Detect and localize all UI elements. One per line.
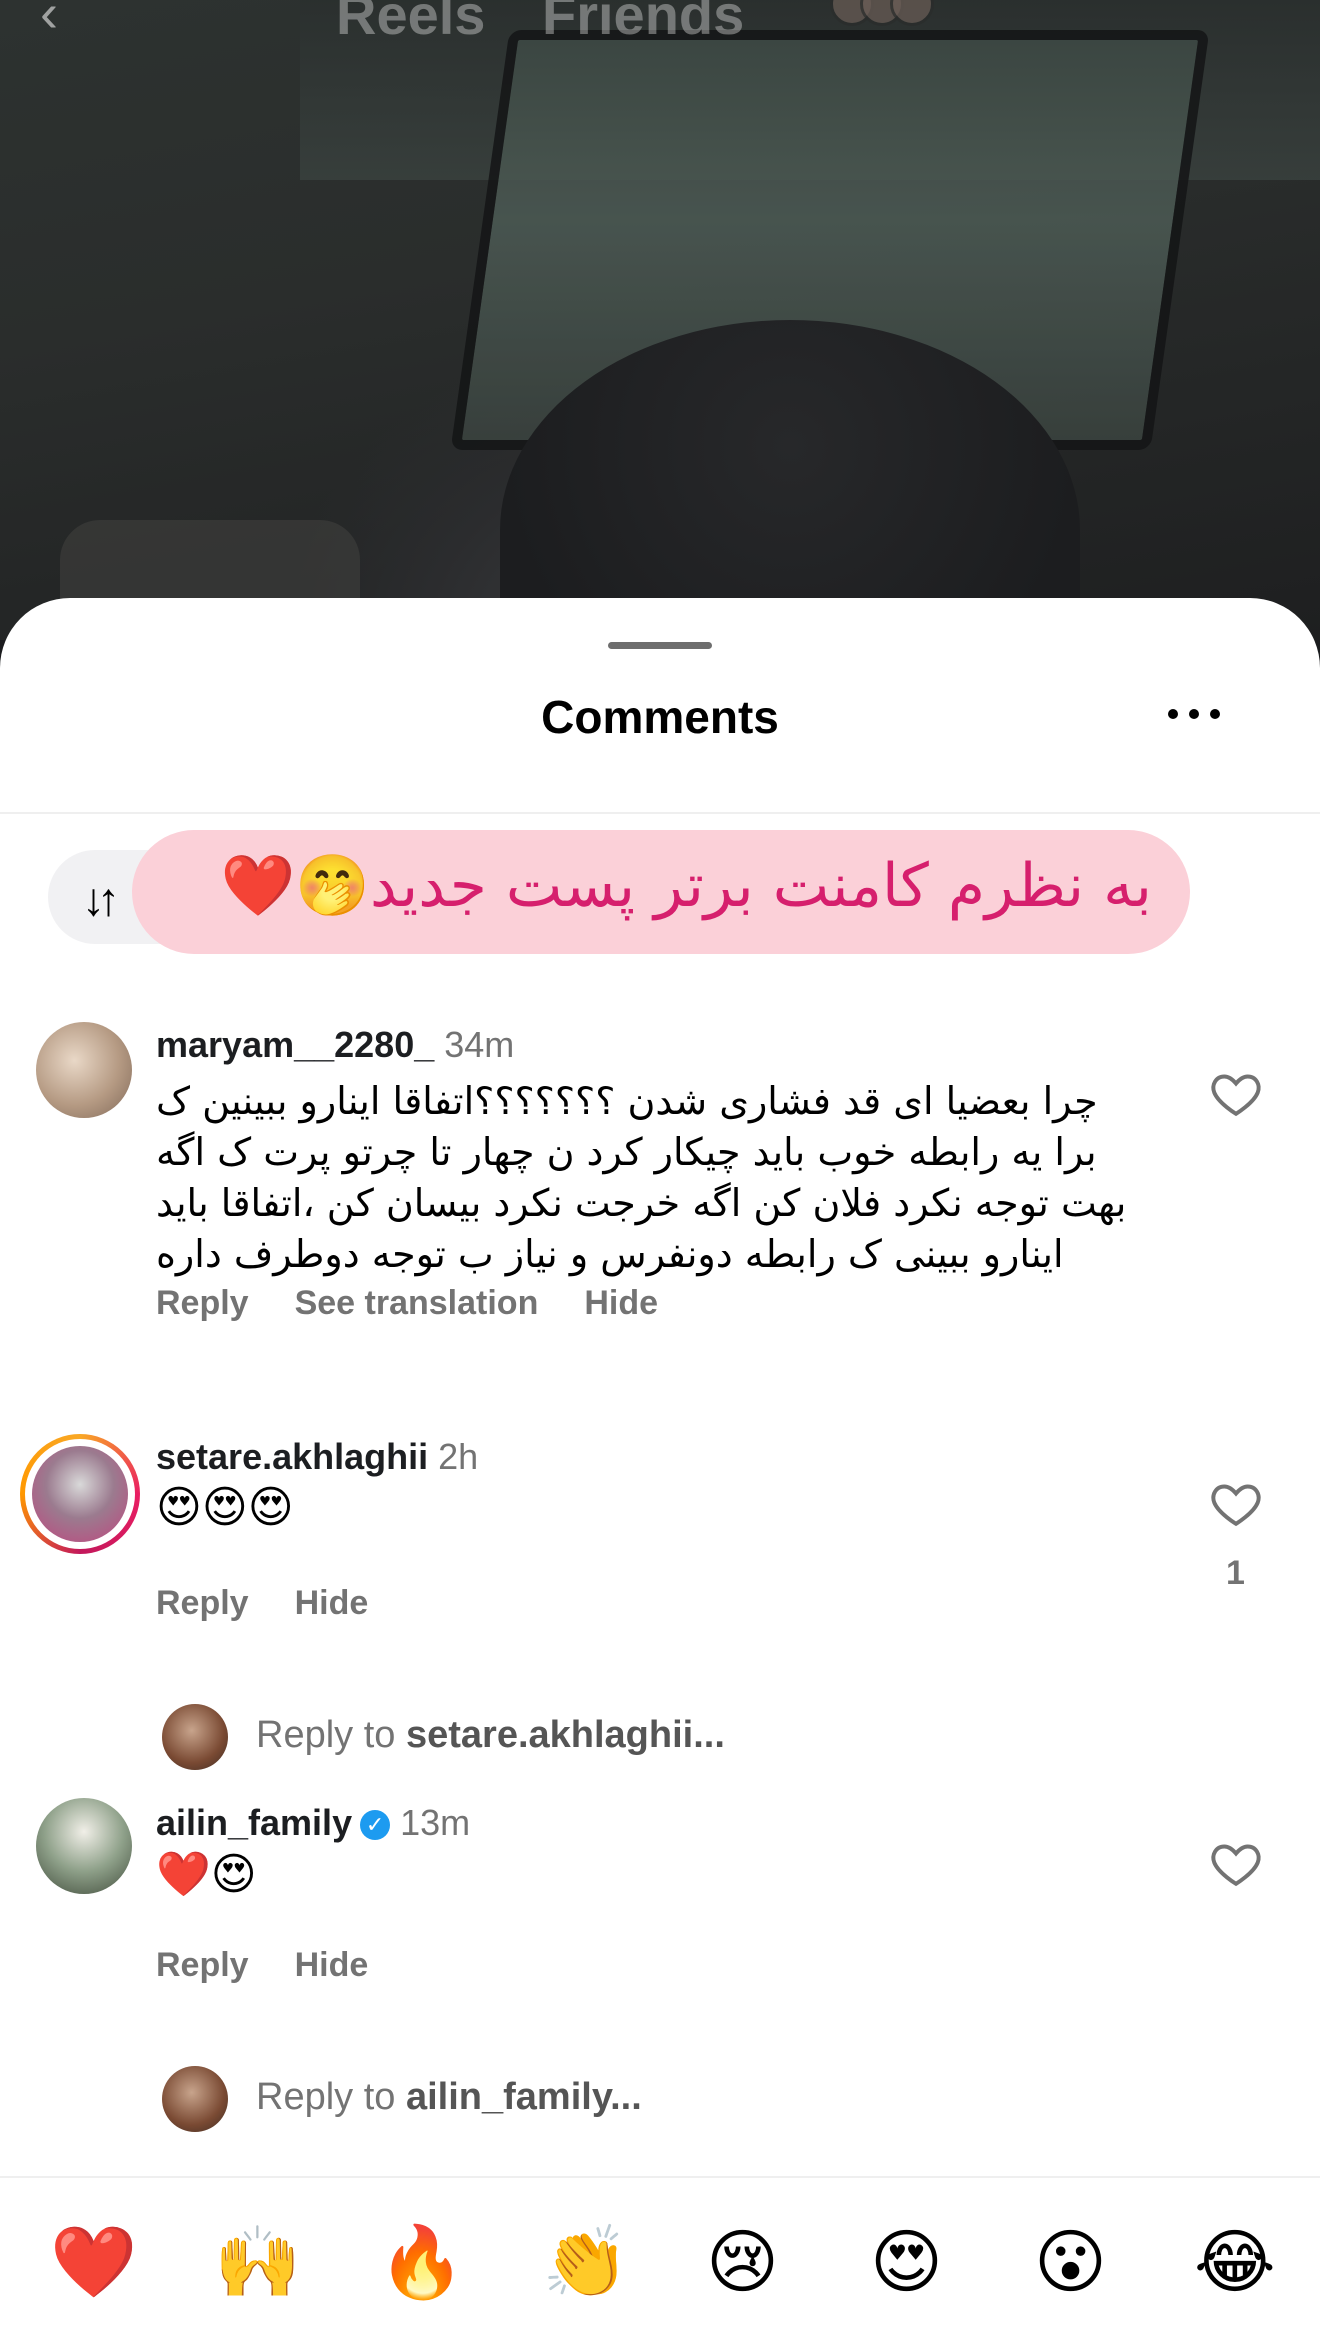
avatar[interactable]: [36, 1798, 132, 1894]
sheet-grabber[interactable]: [608, 642, 712, 649]
comment-text: چرا بعضیا ای قد فشاری شدن ؟؟؟؟؟؟؟اتفاقا …: [156, 1079, 1127, 1276]
comment-actions: Reply Hide: [156, 1946, 414, 1985]
comment-username[interactable]: ailin_family ✓ 13m: [156, 1802, 470, 1844]
my-avatar: [162, 1704, 228, 1770]
reaction-fire[interactable]: 🔥: [378, 2222, 465, 2302]
comment-time: 34m: [444, 1024, 515, 1065]
sort-arrows-icon: ↓↑: [82, 873, 120, 925]
reaction-laugh[interactable]: 😂: [1194, 2222, 1276, 2302]
comment-username[interactable]: maryam__2280_ 34m: [156, 1024, 514, 1066]
reaction-surprised[interactable]: 😮: [1034, 2222, 1107, 2302]
avatar[interactable]: [36, 1022, 132, 1118]
reels-top-nav: ‹ Reels Friends: [0, 0, 1320, 46]
see-translation-button[interactable]: See translation: [295, 1284, 539, 1322]
reaction-clap[interactable]: 👏: [542, 2222, 629, 2302]
reply-button[interactable]: Reply: [156, 1584, 249, 1622]
story-ring[interactable]: [20, 1434, 140, 1554]
comment-username[interactable]: setare.akhlaghii 2h: [156, 1436, 478, 1478]
reply-button[interactable]: Reply: [156, 1284, 249, 1322]
verified-badge-icon: ✓: [360, 1810, 391, 1841]
comment-text: 😍😍😍: [156, 1482, 294, 1533]
comment-actions: Reply See translation Hide: [156, 1284, 704, 1323]
hide-button[interactable]: Hide: [295, 1946, 369, 1984]
comment-actions: Reply Hide: [156, 1584, 414, 1623]
friends-avatars: [830, 0, 980, 26]
reaction-heart[interactable]: ❤️: [50, 2222, 137, 2302]
sheet-title: Comments: [541, 691, 779, 743]
comments-sheet: Comments ↓↑ به نظرم کامنت برتر پست جدید🤭…: [0, 598, 1320, 2346]
heart-icon[interactable]: [1208, 1836, 1264, 1892]
comment-time: 2h: [438, 1436, 479, 1477]
chevron-left-icon[interactable]: ‹: [40, 0, 58, 44]
reply-input[interactable]: Reply to setare.akhlaghii...: [256, 1714, 725, 1757]
comment-text: ❤️😍: [156, 1849, 257, 1900]
reply-button[interactable]: Reply: [156, 1946, 249, 1984]
like-count: 1: [1226, 1554, 1245, 1592]
avatar: [32, 1446, 128, 1542]
my-avatar: [162, 2066, 228, 2132]
heart-icon[interactable]: [1208, 1066, 1264, 1122]
comment-time: 13m: [400, 1802, 471, 1843]
more-horizontal-icon: [1168, 709, 1178, 719]
hide-button[interactable]: Hide: [584, 1284, 658, 1322]
heart-icon[interactable]: [1208, 1476, 1264, 1532]
hide-button[interactable]: Hide: [295, 1584, 369, 1622]
reaction-raised-hands[interactable]: 🙌: [214, 2222, 301, 2302]
tab-friends[interactable]: Friends: [542, 0, 744, 47]
reaction-heart-eyes[interactable]: 😍: [870, 2222, 943, 2302]
header-divider: [0, 812, 1320, 814]
reply-input[interactable]: Reply to ailin_family...: [256, 2076, 642, 2119]
reaction-cry[interactable]: 😢: [706, 2222, 779, 2302]
quick-reactions-bar: ❤️ 🙌 🔥 👏 😢 😍 😮 😂: [0, 2176, 1320, 2346]
top-comment-banner: به نظرم کامنت برتر پست جدید🤭❤️: [132, 830, 1190, 954]
tab-reels[interactable]: Reels: [336, 0, 485, 47]
more-options-button[interactable]: [1158, 692, 1230, 736]
reel-video-background: ‹ Reels Friends: [0, 0, 1320, 740]
banner-text: به نظرم کامنت برتر پست جدید🤭❤️: [220, 851, 1152, 921]
